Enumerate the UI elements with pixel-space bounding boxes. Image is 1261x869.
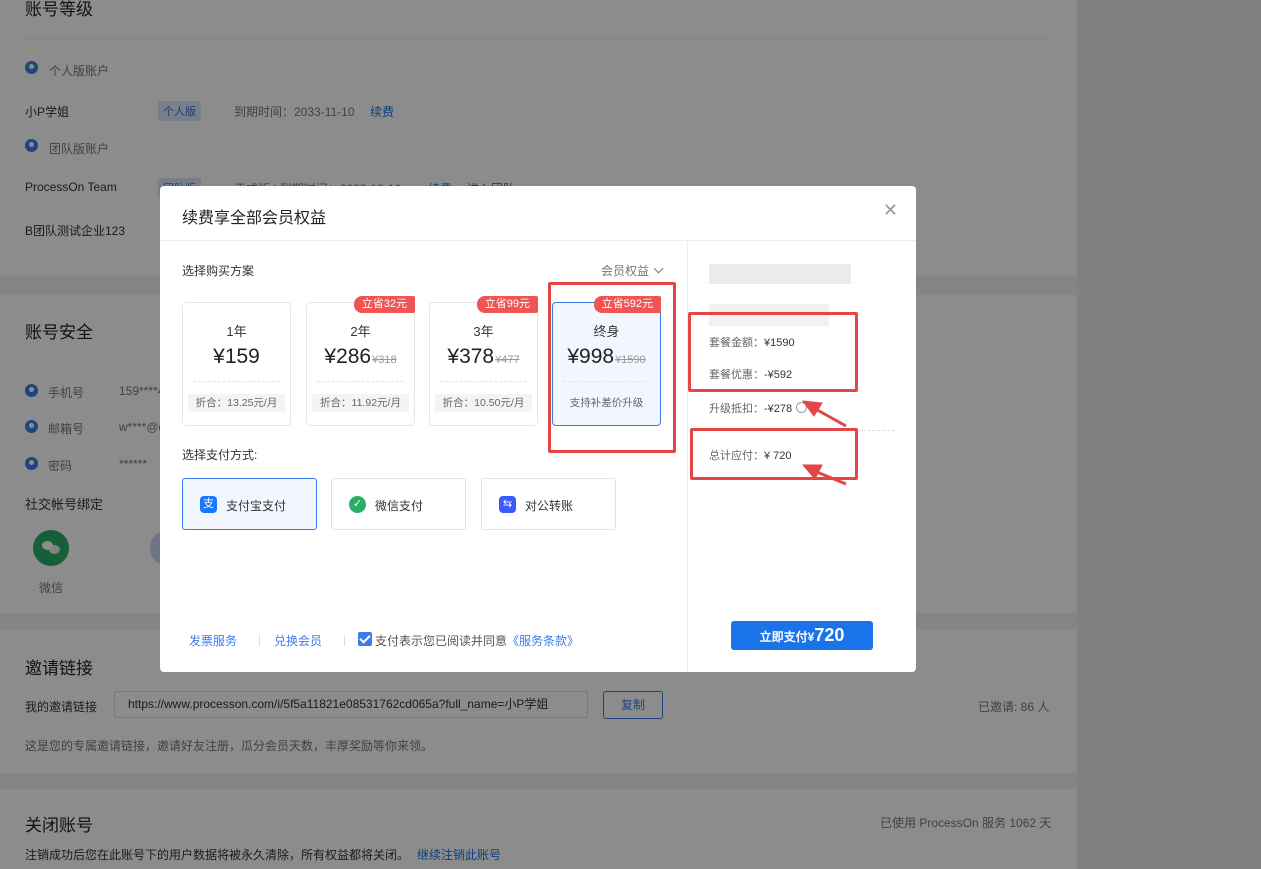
- annotation-arrows: [801, 400, 847, 486]
